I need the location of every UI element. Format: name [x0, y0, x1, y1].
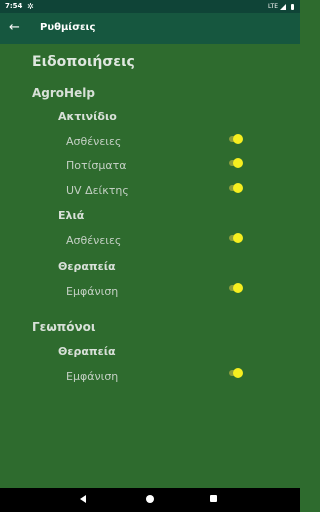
- nav-back-icon[interactable]: [80, 495, 86, 503]
- therapy-subcategory: Θεραπεία: [58, 260, 116, 273]
- olive-diseases-toggle[interactable]: [227, 233, 243, 243]
- toggle-thumb: [233, 233, 243, 243]
- status-bar: 7:54 ✲ LTE: [0, 0, 300, 13]
- kiwi-diseases-toggle[interactable]: [227, 134, 243, 144]
- toggle-thumb: [233, 134, 243, 144]
- back-arrow-icon[interactable]: ←: [9, 18, 20, 38]
- settings-gear-icon: ✲: [27, 2, 34, 11]
- network-type: LTE: [268, 3, 278, 10]
- agronomists-category: Γεωπόνοι: [32, 320, 96, 334]
- kiwi-subcategory: Ακτινίδιο: [58, 110, 117, 123]
- status-indicators: LTE: [268, 0, 294, 13]
- status-time: 7:54: [5, 2, 23, 10]
- navigation-bar: [0, 488, 300, 512]
- kiwi-watering-toggle[interactable]: [227, 158, 243, 168]
- olive-subcategory: Ελιά: [58, 209, 85, 222]
- therapy-appearance-label: Εμφάνιση: [66, 285, 119, 298]
- settings-list: Ειδοποιήσεις AgroHelp Ακτινίδιο Ασθένειε…: [0, 44, 300, 488]
- kiwi-uv-toggle[interactable]: [227, 183, 243, 193]
- toggle-thumb: [233, 158, 243, 168]
- olive-diseases-label: Ασθένειες: [66, 234, 122, 247]
- toolbar-title: Ρυθμίσεις: [40, 22, 96, 33]
- agronomists-therapy-subcategory: Θεραπεία: [58, 345, 116, 358]
- notifications-heading: Ειδοποιήσεις: [32, 54, 135, 70]
- kiwi-watering-label: Ποτίσματα: [66, 159, 127, 172]
- nav-home-icon[interactable]: [146, 495, 154, 503]
- nav-recents-icon[interactable]: [210, 495, 217, 502]
- kiwi-uv-label: UV Δείκτης: [66, 184, 129, 197]
- app-toolbar: ← Ρυθμίσεις: [0, 13, 300, 44]
- toggle-thumb: [233, 368, 243, 378]
- agrohelp-category: AgroHelp: [32, 86, 95, 100]
- therapy-appearance-toggle[interactable]: [227, 283, 243, 293]
- signal-icon: [280, 3, 286, 10]
- battery-icon: [291, 3, 294, 10]
- toggle-thumb: [233, 183, 243, 193]
- agronomists-appearance-toggle[interactable]: [227, 368, 243, 378]
- toggle-thumb: [233, 283, 243, 293]
- agronomists-appearance-label: Εμφάνιση: [66, 370, 119, 383]
- kiwi-diseases-label: Ασθένειες: [66, 135, 122, 148]
